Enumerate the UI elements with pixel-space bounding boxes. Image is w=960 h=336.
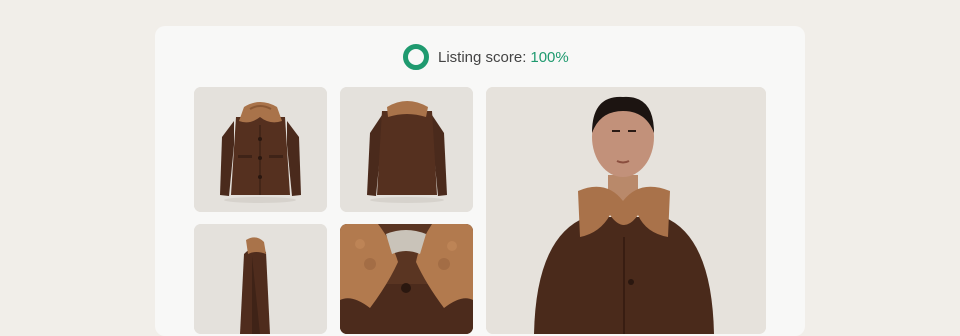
photo-jacket-front[interactable] <box>194 87 327 212</box>
listing-score-label: Listing score: <box>438 48 527 66</box>
photo-jacket-side[interactable] <box>194 224 327 334</box>
listing-score-value: 100% <box>530 48 569 66</box>
photo-jacket-back[interactable] <box>340 87 473 212</box>
jacket-side-image <box>194 224 327 334</box>
progress-ring-icon <box>403 44 429 70</box>
jacket-front-image <box>194 87 327 212</box>
listing-score: Listing score: 100% <box>403 44 569 70</box>
model-image <box>486 87 766 334</box>
jacket-back-image <box>340 87 473 212</box>
photo-model-wearing[interactable] <box>486 87 766 334</box>
collar-detail-image <box>340 224 473 334</box>
photo-collar-detail[interactable] <box>340 224 473 334</box>
